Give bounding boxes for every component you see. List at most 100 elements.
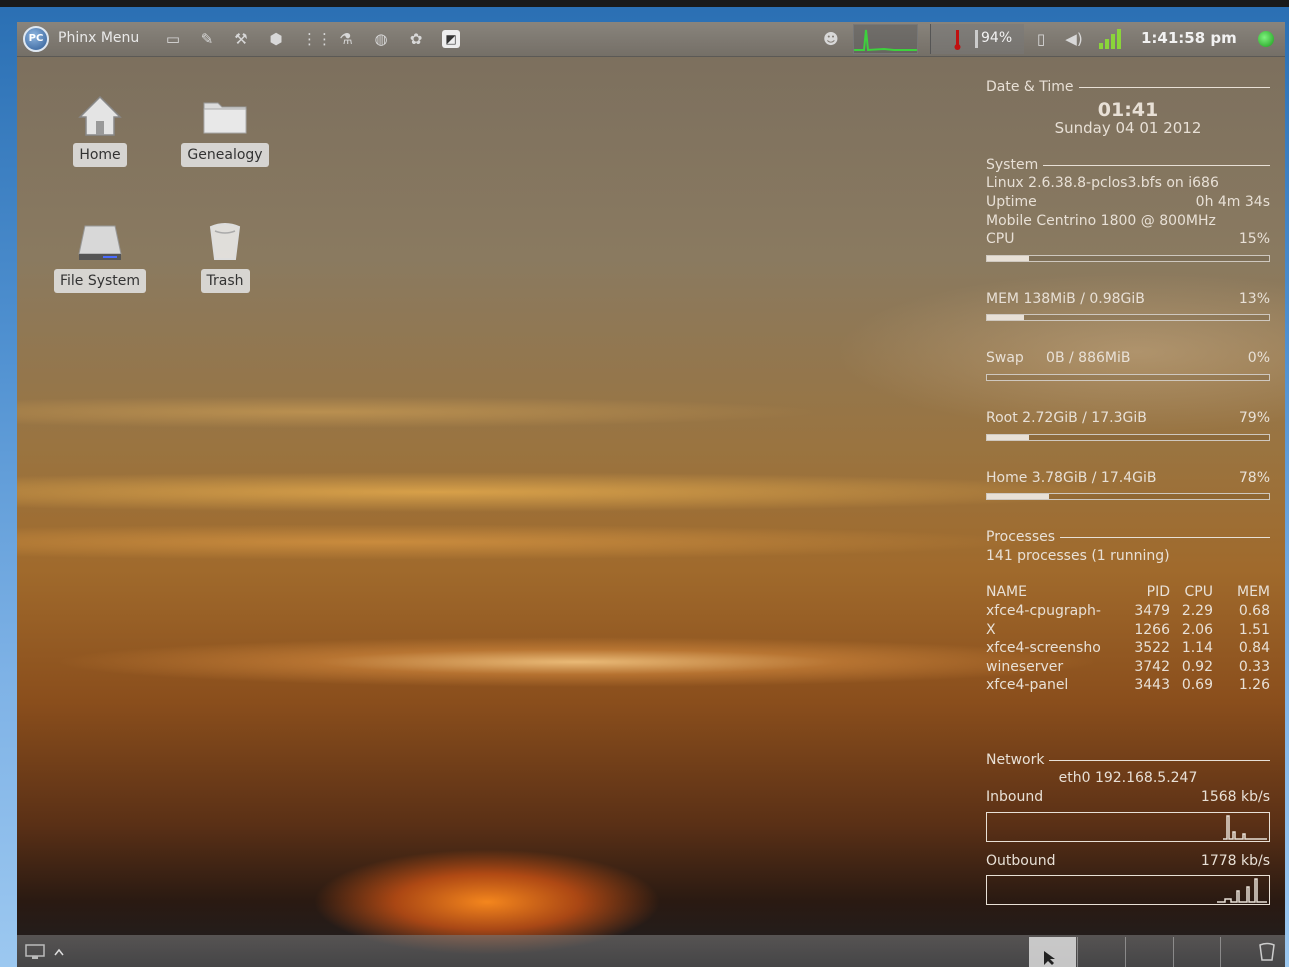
- swap-percent: 0%: [1247, 350, 1270, 367]
- cpu-graph-line: [854, 29, 917, 52]
- proc-name: X: [986, 621, 996, 638]
- mem-bar: [986, 314, 1270, 322]
- section-title: Date & Time: [986, 79, 1074, 95]
- temperature-icon: [954, 30, 961, 50]
- show-desktop-icon[interactable]: [25, 944, 47, 960]
- column-mem: MEM: [1236, 584, 1270, 601]
- section-processes: Processes: [986, 528, 1270, 547]
- outbound-label: Outbound: [986, 852, 1056, 869]
- grid-icon[interactable]: ⋮⋮: [302, 30, 332, 48]
- tools-icon[interactable]: ⚒: [232, 30, 250, 48]
- column-cpu: CPU: [1184, 584, 1213, 601]
- conky-time: 01:41: [1097, 98, 1159, 121]
- proc-pid: 3479: [1134, 602, 1170, 619]
- processes-summary: 141 processes (1 running): [986, 547, 1170, 564]
- terminal-icon[interactable]: ▭: [164, 30, 182, 48]
- swap-label: Swap 0B / 886MiB: [986, 350, 1131, 367]
- pen-icon[interactable]: ✎: [198, 30, 216, 48]
- pclinuxos-menu-icon[interactable]: PC: [23, 26, 49, 52]
- table-row: wineserver 3742 0.92 0.33: [986, 658, 1270, 677]
- cpu-model: Mobile Centrino 1800 @ 800MHz: [986, 212, 1216, 229]
- proc-name: xfce4-cpugraph-: [986, 602, 1101, 619]
- inbound-graph: [986, 811, 1270, 842]
- cpu-graph[interactable]: [853, 24, 918, 54]
- outbound-row: Outbound 1778 kb/s: [986, 852, 1270, 871]
- desktop-icon-genealogy[interactable]: Genealogy: [170, 92, 280, 167]
- proc-pid: 1266: [1134, 621, 1170, 638]
- section-title: Processes: [986, 529, 1056, 546]
- root-label: Root 2.72GiB / 17.3GiB: [986, 409, 1147, 426]
- uptime-label: Uptime: [986, 193, 1037, 210]
- desktop-icon-file-system[interactable]: File System: [45, 218, 155, 293]
- process-table-header: NAME PID CPU MEM: [986, 583, 1270, 602]
- uptime-row: Uptime 0h 4m 34s: [986, 193, 1270, 212]
- screenshot-icon[interactable]: ◩: [442, 30, 460, 48]
- inbound-row: Inbound 1568 kb/s: [986, 788, 1270, 807]
- workspace-4[interactable]: [1173, 937, 1221, 967]
- section-system: System: [986, 156, 1270, 175]
- proc-pid: 3443: [1134, 677, 1170, 694]
- inbound-label: Inbound: [986, 789, 1044, 806]
- kernel-info: Linux 2.6.38.8-pclos3.bfs on i686: [986, 175, 1219, 192]
- battery-icon: [975, 30, 978, 48]
- phinx-menu-button[interactable]: Phinx Menu: [58, 30, 139, 46]
- network-status-icon[interactable]: [1258, 31, 1274, 47]
- proc-cpu: 1.14: [1181, 640, 1213, 657]
- volume-icon[interactable]: ◀): [1065, 30, 1083, 48]
- users-icon[interactable]: ☻: [822, 30, 840, 48]
- root-bar: [986, 433, 1270, 441]
- outbound-value: 1778 kb/s: [1200, 852, 1270, 869]
- swap-row: Swap 0B / 886MiB 0%: [986, 349, 1270, 368]
- workspace-2[interactable]: [1077, 937, 1124, 967]
- home-icon: [45, 92, 155, 140]
- package-icon[interactable]: ⬢: [267, 30, 285, 48]
- proc-mem: 1.26: [1238, 677, 1270, 694]
- column-name: NAME: [986, 584, 1027, 601]
- workspace-1[interactable]: [1029, 937, 1076, 967]
- inbound-graph-line: [1223, 814, 1267, 840]
- table-row: X 1266 2.06 1.51: [986, 621, 1270, 640]
- proc-cpu: 0.92: [1181, 658, 1213, 675]
- trash-icon: [170, 218, 280, 266]
- desktop-screen: PC Phinx Menu ▭ ✎ ⚒ ⬢ ⋮⋮ ⚗ ◍ ✿ ◩ ☻ 94% ▯…: [17, 22, 1285, 967]
- desktop-icon-home[interactable]: Home: [45, 92, 155, 167]
- desktop-icon-trash[interactable]: Trash: [170, 218, 280, 293]
- proc-cpu: 2.29: [1181, 602, 1213, 619]
- monitor-frame-top: [0, 0, 1289, 7]
- proc-name: xfce4-panel: [986, 677, 1069, 694]
- home-percent: 78%: [1238, 469, 1270, 486]
- workspace-3[interactable]: [1125, 937, 1172, 967]
- table-row: xfce4-cpugraph- 3479 2.29 0.68: [986, 602, 1270, 621]
- cpu-row: CPU 15%: [986, 230, 1270, 249]
- table-row: xfce4-panel 3443 0.69 1.26: [986, 676, 1270, 695]
- drive-icon: [45, 218, 155, 266]
- bottom-panel: [17, 935, 1285, 967]
- clock[interactable]: 1:41:58 pm: [1141, 29, 1237, 47]
- proc-mem: 0.33: [1238, 658, 1270, 675]
- table-row: xfce4-screensho 3522 1.14 0.84: [986, 639, 1270, 658]
- uptime-value: 0h 4m 34s: [1195, 193, 1270, 210]
- proc-mem: 1.51: [1238, 621, 1270, 638]
- section-title: Network: [986, 751, 1045, 768]
- swap-bar: [986, 373, 1270, 381]
- proc-name: xfce4-screensho: [986, 640, 1101, 657]
- eth-address: eth0 192.168.5.247: [1058, 770, 1198, 787]
- trash-applet-icon[interactable]: [1257, 942, 1277, 962]
- mem-row: MEM 138MiB / 0.98GiB 13%: [986, 290, 1270, 309]
- disc-icon[interactable]: ◍: [372, 30, 390, 48]
- notes-icon[interactable]: ▯: [1032, 30, 1050, 48]
- desktop-icon-label: Genealogy: [181, 143, 269, 167]
- section-title: System: [986, 156, 1039, 173]
- conky-date: Sunday 04 01 2012: [1054, 119, 1202, 138]
- flask-icon[interactable]: ⚗: [337, 30, 355, 48]
- signal-strength-icon[interactable]: [1099, 29, 1123, 49]
- folder-icon: [170, 92, 280, 140]
- root-row: Root 2.72GiB / 17.3GiB 79%: [986, 409, 1270, 428]
- desktop-icon-label: Home: [73, 143, 127, 167]
- proc-mem: 0.84: [1238, 640, 1270, 657]
- proc-mem: 0.68: [1238, 602, 1270, 619]
- desktop-icon-label: File System: [53, 269, 147, 293]
- chevron-up-icon[interactable]: [53, 947, 65, 957]
- mem-label: MEM 138MiB / 0.98GiB: [986, 290, 1145, 307]
- wine-icon[interactable]: ✿: [407, 30, 425, 48]
